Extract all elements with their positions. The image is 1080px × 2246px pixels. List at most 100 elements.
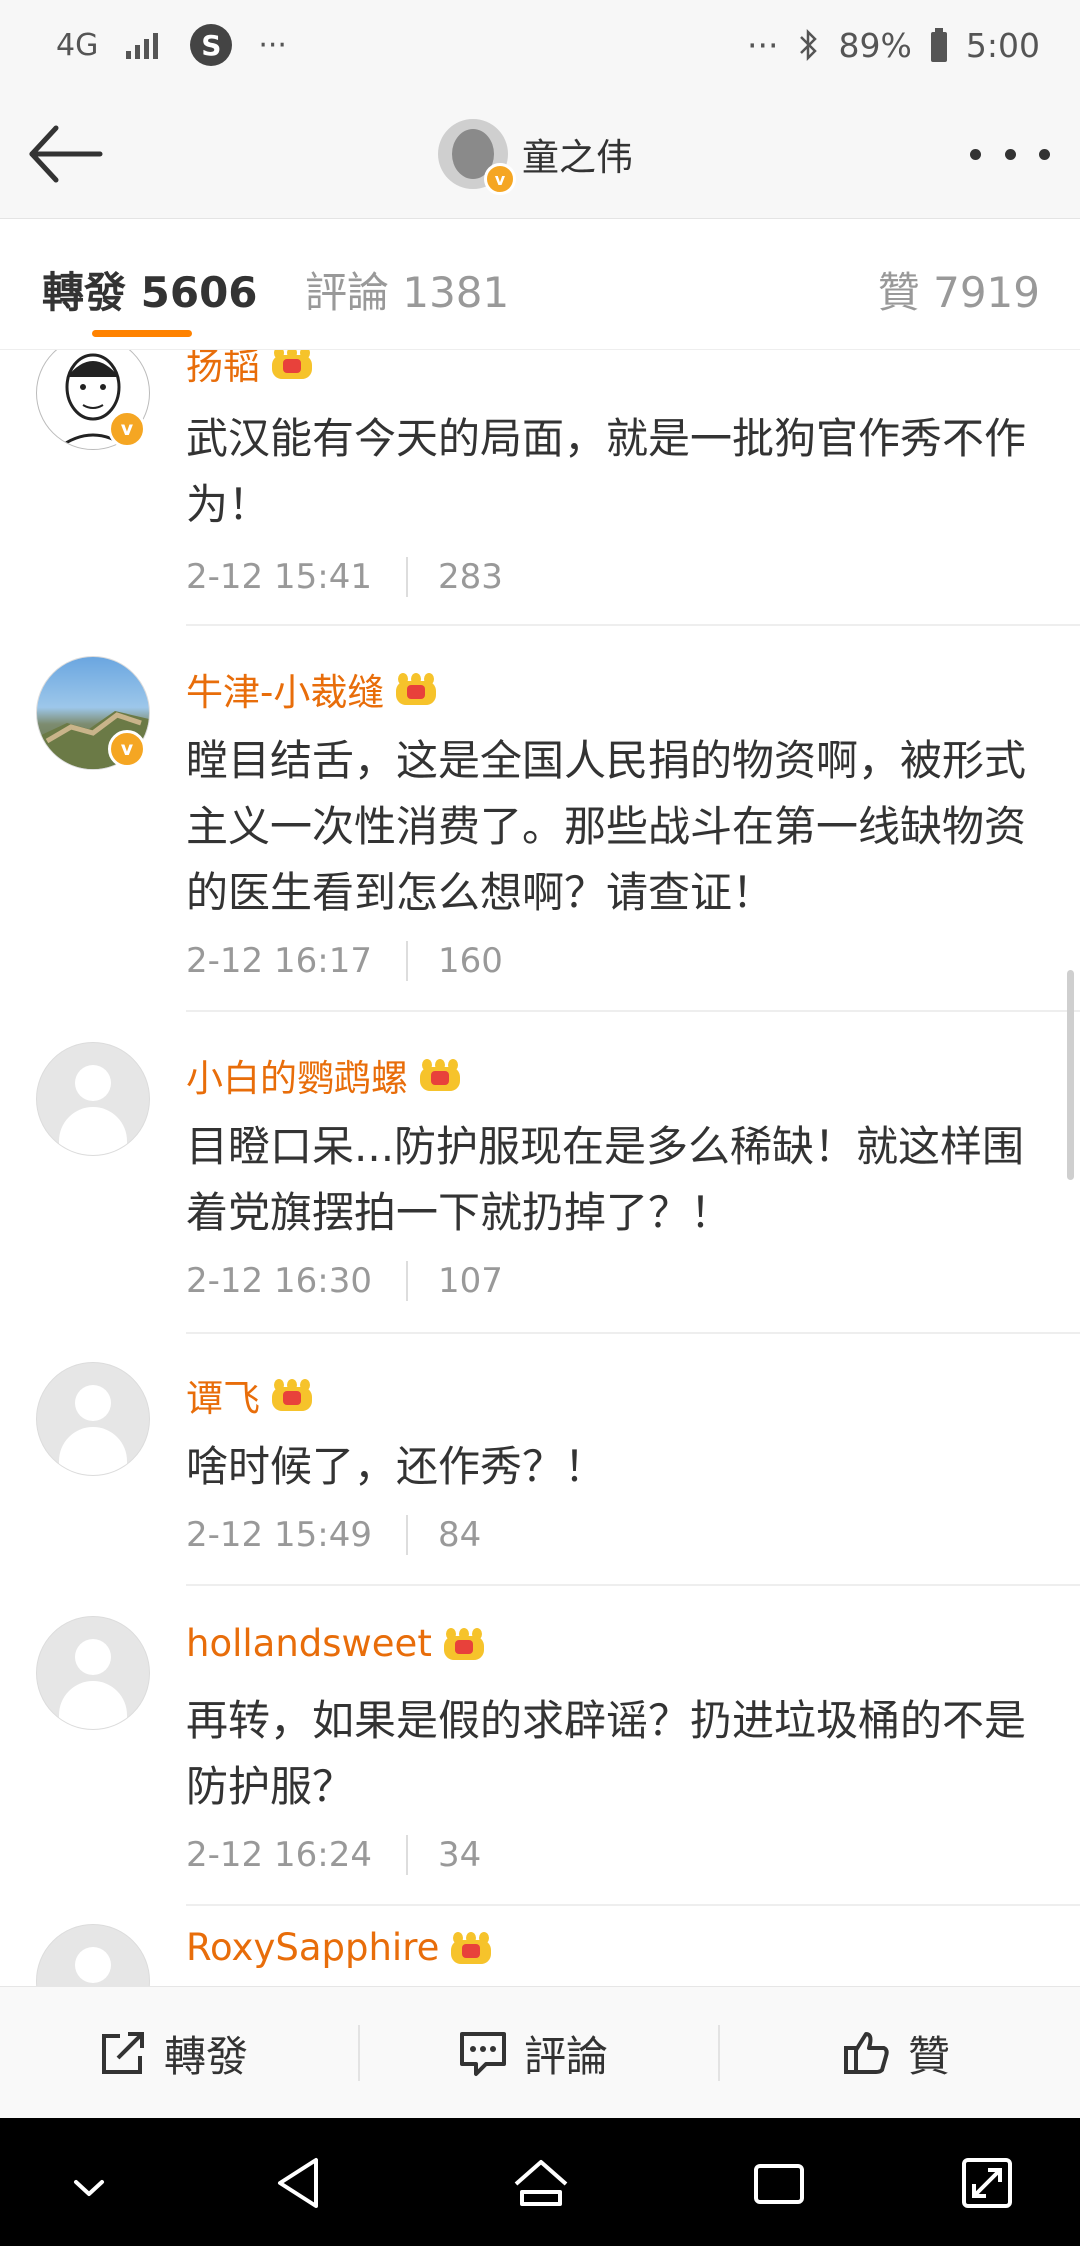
verified-icon: v [108, 730, 146, 768]
system-nav-bar [0, 2118, 1080, 2246]
verified-icon: v [484, 163, 516, 195]
username[interactable]: 扬韬 [186, 350, 260, 390]
crown-icon [394, 671, 438, 707]
username[interactable]: 牛津-小裁缝 [186, 662, 384, 716]
meta-divider [405, 941, 408, 981]
status-left: 4G S ··· [56, 20, 287, 70]
default-avatar-head [75, 1385, 111, 1421]
meta-divider [405, 1515, 408, 1555]
repost-label: 轉發 [164, 2031, 249, 2081]
avatar[interactable] [36, 1924, 150, 1986]
action-divider [718, 2025, 720, 2081]
comment-label: 評論 [524, 2031, 609, 2081]
repost-list[interactable]: v 扬韬 武汉能有今天的局面，就是一批狗官作秀不作为！ 2-12 15:41 2… [0, 350, 1080, 1986]
network-label: 4G [56, 27, 99, 63]
divider [186, 1332, 1080, 1334]
thumbs-up-icon [844, 2032, 889, 2074]
comment-text: 瞠目结舌，这是全国人民捐的物资啊，被形式主义一次性消费了。那些战斗在第一线缺物资… [186, 736, 1027, 917]
username[interactable]: hollandsweet [186, 1622, 432, 1665]
share-icon [102, 2032, 144, 2074]
default-avatar-head [75, 1947, 111, 1983]
active-tab-indicator [92, 330, 192, 337]
default-avatar-body [59, 1681, 127, 1729]
status-bar: 4G S ··· ··· 89% 5:00 [0, 0, 1080, 90]
comment-text: 武汉能有今天的局面，就是一批狗官作秀不作为！ [186, 414, 1027, 529]
item-meta: 2-12 15:41 283 [186, 554, 503, 600]
default-avatar-body [59, 1107, 127, 1155]
like-label: 贊 [908, 2031, 951, 2081]
battery-percent: 89% [838, 25, 912, 65]
item-meta: 2-12 16:24 34 [186, 1832, 481, 1878]
username-row: hollandsweet [186, 1622, 486, 1665]
comment-text: 再转，如果是假的求辟谣？扔进垃圾桶的不是防护服？ [186, 1696, 1027, 1811]
bluetooth-icon [799, 28, 817, 62]
username-row: 谭飞 [186, 1368, 314, 1422]
recent-apps-icon[interactable] [744, 2148, 814, 2218]
status-right: ··· 89% 5:00 [747, 20, 1040, 70]
home-icon[interactable] [506, 2148, 576, 2218]
like-count[interactable]: 107 [438, 1261, 503, 1301]
tab-like[interactable]: 贊 7919 [878, 259, 1040, 320]
like-count[interactable]: 84 [438, 1515, 481, 1555]
divider [186, 624, 1080, 626]
expand-icon[interactable] [952, 2148, 1022, 2218]
username[interactable]: 谭飞 [186, 1368, 260, 1422]
item-meta: 2-12 16:17 160 [186, 938, 503, 984]
default-avatar-head [75, 1065, 111, 1101]
verified-icon: v [108, 410, 146, 448]
like-button[interactable]: 贊 [842, 1987, 950, 2119]
divider [186, 1584, 1080, 1586]
username-row: 牛津-小裁缝 [186, 662, 438, 716]
comment-button[interactable]: 評論 [458, 1987, 608, 2119]
clock: 5:00 [965, 25, 1040, 65]
crown-icon [270, 1377, 314, 1413]
comment-text: 目瞪口呆...防护服现在是多么稀缺！就这样围着党旗摆拍一下就扔掉了？！ [186, 1122, 1025, 1237]
like-count[interactable]: 160 [438, 941, 503, 981]
comment-icon [460, 2032, 506, 2076]
timestamp: 2-12 16:17 [186, 941, 372, 981]
default-avatar-body [59, 1427, 127, 1475]
avatar[interactable] [36, 1042, 150, 1156]
crown-icon [418, 1057, 462, 1093]
tab-comment[interactable]: 評論 1381 [305, 259, 509, 320]
username-row: 扬韬 [186, 350, 314, 390]
avatar[interactable] [36, 1362, 150, 1476]
tab-repost[interactable]: 轉發 5606 [42, 259, 258, 320]
timestamp: 2-12 16:24 [186, 1835, 372, 1875]
more-icon [1039, 148, 1050, 160]
username[interactable]: 小白的鹦鹉螺 [186, 1048, 408, 1102]
page-title: 童之伟 [522, 136, 633, 179]
status-left-dots: ··· [258, 27, 287, 63]
app-s-icon: S [190, 24, 233, 66]
username-row: RoxySapphire [186, 1926, 493, 1969]
timestamp: 2-12 15:41 [186, 557, 372, 597]
action-divider [358, 2025, 360, 2081]
back-button[interactable] [26, 120, 106, 188]
like-count[interactable]: 34 [438, 1835, 481, 1875]
crown-icon [449, 1930, 493, 1966]
action-bar: 轉發 評論 贊 [0, 1986, 1080, 2119]
battery-icon [930, 28, 947, 62]
crown-icon [270, 350, 314, 381]
repost-button[interactable]: 轉發 [98, 1987, 248, 2119]
signal-icon [126, 33, 159, 59]
comment-text: 啥时候了，还作秀？！ [186, 1442, 607, 1491]
tab-bar: 轉發 5606 評論 1381 贊 7919 [0, 219, 1080, 351]
chevron-down-icon[interactable] [54, 2148, 124, 2218]
username[interactable]: RoxySapphire [186, 1926, 439, 1969]
item-meta: 2-12 15:49 84 [186, 1512, 481, 1558]
more-icon [1004, 148, 1016, 160]
divider [186, 1904, 1080, 1906]
back-arrow-icon [29, 125, 103, 183]
back-nav-icon[interactable] [266, 2148, 336, 2218]
avatar[interactable] [36, 1616, 150, 1730]
like-count[interactable]: 283 [438, 557, 503, 597]
default-avatar-head [75, 1639, 111, 1675]
timestamp: 2-12 15:49 [186, 1515, 372, 1555]
scrollbar[interactable] [1067, 970, 1074, 1180]
more-button[interactable] [970, 134, 1050, 174]
crown-icon [442, 1626, 486, 1662]
nav-avatar[interactable]: v [438, 119, 516, 195]
username-row: 小白的鹦鹉螺 [186, 1048, 462, 1102]
nav-profile[interactable]: v 童之伟 [438, 116, 633, 195]
